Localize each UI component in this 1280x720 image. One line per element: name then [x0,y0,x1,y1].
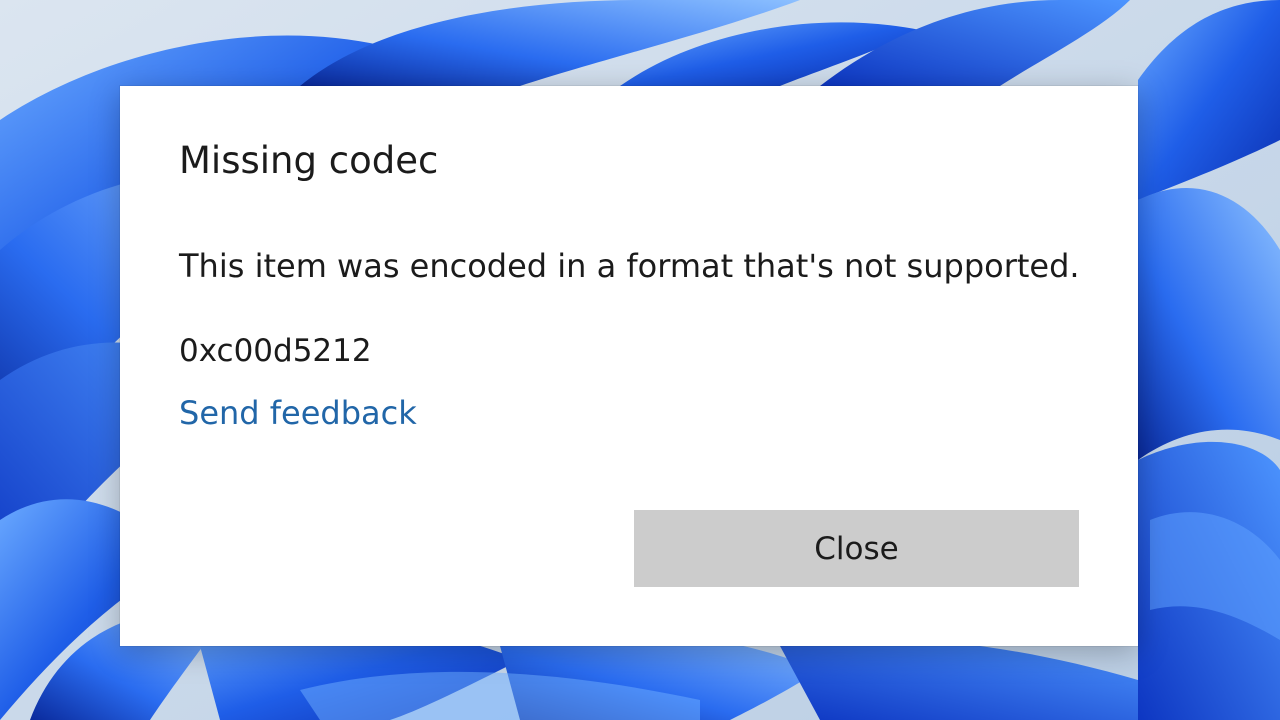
dialog-title: Missing codec [179,139,439,182]
desktop: Missing codec This item was encoded in a… [0,0,1280,720]
close-button[interactable]: Close [634,510,1079,587]
missing-codec-dialog: Missing codec This item was encoded in a… [120,86,1138,646]
error-code: 0xc00d5212 [179,333,372,369]
dialog-message: This item was encoded in a format that's… [179,247,1080,285]
send-feedback-link[interactable]: Send feedback [179,391,417,435]
